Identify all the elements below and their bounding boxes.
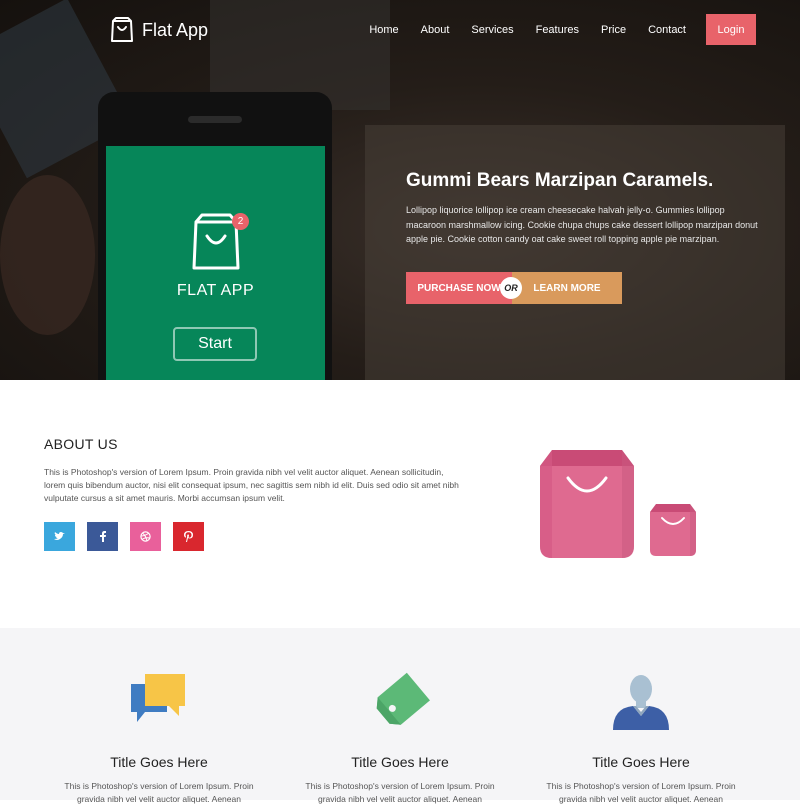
about-text: This is Photoshop's version of Lorem Ips… <box>44 467 459 503</box>
pinterest-button[interactable] <box>173 522 204 551</box>
nav-price[interactable]: Price <box>601 24 626 36</box>
facebook-button[interactable] <box>87 522 118 551</box>
features-section: Title Goes Here This is Photoshop's vers… <box>0 628 800 804</box>
feature-text: This is Photoshop's version of Lorem Ips… <box>546 781 736 804</box>
user-icon <box>613 675 669 730</box>
notification-badge: 2 <box>232 213 249 230</box>
feature-title: Title Goes Here <box>351 754 449 770</box>
twitter-icon <box>54 532 65 540</box>
feature-title: Title Goes Here <box>110 754 208 770</box>
feature-text: This is Photoshop's version of Lorem Ips… <box>305 781 495 804</box>
facebook-icon <box>99 531 106 542</box>
background-texture <box>365 125 785 380</box>
purchase-now-button[interactable]: PURCHASE NOW <box>406 272 512 304</box>
nav-contact[interactable]: Contact <box>648 24 686 36</box>
brand-logo[interactable]: Flat App <box>110 17 208 43</box>
shopping-bags-illustration <box>540 450 696 558</box>
nav-services[interactable]: Services <box>471 24 513 36</box>
shopping-bag-icon <box>111 17 133 42</box>
nav-features[interactable]: Features <box>536 24 579 36</box>
app-name: FLAT APP <box>176 282 255 299</box>
social-links <box>44 522 216 551</box>
feature-text: This is Photoshop's version of Lorem Ips… <box>64 781 254 804</box>
dribbble-icon <box>140 531 151 542</box>
about-title: ABOUT US <box>44 436 118 452</box>
twitter-button[interactable] <box>44 522 75 551</box>
login-button[interactable]: Login <box>706 14 756 45</box>
nav-home[interactable]: Home <box>369 24 398 36</box>
phone-speaker <box>188 116 242 123</box>
brand-name: Flat App <box>142 19 209 40</box>
or-separator: OR <box>500 277 522 299</box>
phone-mockup: 2 FLAT APP Start <box>98 92 332 380</box>
main-nav: Home About Services Features Price Conta… <box>347 14 756 45</box>
dribbble-button[interactable] <box>130 522 161 551</box>
learn-more-button[interactable]: LEARN MORE <box>512 272 622 304</box>
hero-description: Lollipop liquorice lollipop ice cream ch… <box>406 205 758 244</box>
feature-title: Title Goes Here <box>592 754 690 770</box>
start-button[interactable]: Start <box>173 327 257 361</box>
cta-group: PURCHASE NOW LEARN MORE OR <box>406 272 622 304</box>
pinterest-icon <box>184 531 193 542</box>
nav-about[interactable]: About <box>421 24 450 36</box>
hero-title: Gummi Bears Marzipan Caramels. <box>406 170 714 191</box>
hero-section: Flat App Home About Services Features Pr… <box>0 0 800 380</box>
price-tag-icon <box>376 672 430 725</box>
large-bag <box>540 450 634 558</box>
background-texture <box>0 175 95 335</box>
phone-screen: 2 FLAT APP Start <box>106 146 325 380</box>
small-bag <box>650 504 696 556</box>
chat-bubbles-icon <box>131 674 185 722</box>
